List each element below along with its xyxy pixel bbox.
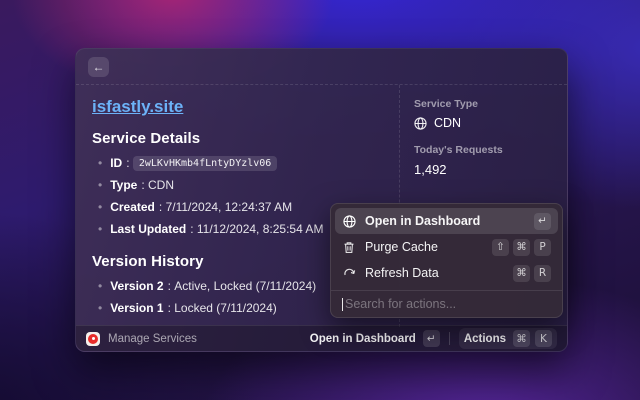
version-label: Version 1 [110,301,163,315]
version-label: Version 2 [110,279,163,293]
menu-item-label: Purge Cache [365,240,438,254]
action-menu-popup: Open in Dashboard ↵ Purge Cache ⇧ ⌘ P [330,203,563,318]
requests-label: Today's Requests [414,144,553,156]
action-menu-list: Open in Dashboard ↵ Purge Cache ⇧ ⌘ P [331,204,562,290]
k-key-badge: K [535,330,552,347]
service-type-value-row: CDN [414,116,553,130]
version-value: Active, Locked (7/11/2024) [174,279,316,293]
shortcut-keys: ⌘ R [513,265,551,282]
shortcut-keys: ↵ [534,213,551,230]
shift-key-badge: ⇧ [492,239,509,256]
list-item: Type: CDN [92,174,383,196]
command-key-badge: ⌘ [513,330,530,347]
menu-item-label: Open in Dashboard [365,214,480,228]
menu-item-refresh-data[interactable]: Refresh Data ⌘ R [335,260,558,286]
globe-icon [342,214,356,228]
trash-icon [342,240,356,254]
fastly-app-icon [86,332,100,346]
window-header: ← [76,49,567,85]
detail-value: 11/12/2024, 8:25:54 AM [197,222,324,236]
command-key-badge: ⌘ [513,265,530,282]
primary-action-label[interactable]: Open in Dashboard [310,333,416,345]
command-title: Manage Services [108,333,197,345]
footer-divider [449,332,450,345]
actions-button[interactable]: Actions ⌘ K [459,328,557,349]
version-value: Locked (7/11/2024) [174,301,277,315]
footer-right: Open in Dashboard ↵ Actions ⌘ K [310,328,557,349]
action-search-row [331,290,562,317]
command-key-badge: ⌘ [513,239,530,256]
action-search-input[interactable] [345,297,551,311]
service-details-heading: Service Details [92,130,383,147]
text-caret [342,298,343,311]
service-title-link[interactable]: isfastly.site [92,97,183,117]
actions-label: Actions [464,333,506,345]
back-button[interactable]: ← [88,57,109,77]
shortcut-keys: ⇧ ⌘ P [492,239,551,256]
detail-label: ID [110,156,122,170]
detail-label: Last Updated [110,222,186,236]
back-arrow-icon: ← [93,60,105,74]
service-type-value: CDN [434,116,461,130]
detail-value: CDN [148,178,174,192]
status-bar: Manage Services Open in Dashboard ↵ Acti… [76,325,567,351]
p-key-badge: P [534,239,551,256]
r-key-badge: R [534,265,551,282]
menu-item-open-in-dashboard[interactable]: Open in Dashboard ↵ [335,208,558,234]
service-type-label: Service Type [414,98,553,110]
refresh-icon [342,266,356,280]
globe-icon [414,117,427,130]
detail-label: Type [110,178,137,192]
detail-label: Created [110,200,155,214]
list-item: ID: 2wLKvHKmb4fLntyDYzlv06 [92,152,383,174]
return-key-badge: ↵ [423,330,440,347]
requests-value: 1,492 [414,162,553,177]
menu-item-purge-cache[interactable]: Purge Cache ⇧ ⌘ P [335,234,558,260]
detail-value: 7/11/2024, 12:24:37 AM [166,200,293,214]
return-key-badge: ↵ [534,213,551,230]
service-id-badge: 2wLKvHKmb4fLntyDYzlv06 [133,156,277,171]
menu-item-label: Refresh Data [365,266,439,280]
